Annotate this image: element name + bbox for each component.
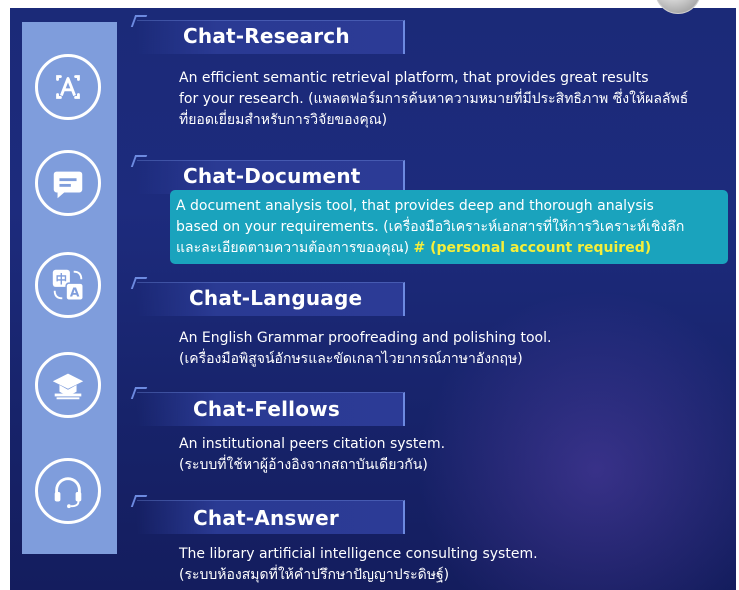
ai-text-icon[interactable] — [35, 54, 101, 120]
section-title-language: Chat-Language — [189, 286, 363, 310]
section-title-answer: Chat-Answer — [193, 506, 339, 530]
desc-line: An institutional peers citation system. — [179, 436, 446, 452]
account-required-note: # (personal account required) — [413, 240, 652, 256]
desc-line: และละเอียดตามความต้องการของคุณ) # (perso… — [176, 238, 684, 259]
desc-line: The library artificial intelligence cons… — [179, 546, 538, 562]
headset-icon[interactable] — [35, 458, 101, 524]
desc-line: (เครื่องมือพิสูจน์อักษรและขัดเกลาไวยากรณ… — [179, 351, 523, 367]
translate-icon[interactable]: 中 A — [35, 252, 101, 318]
svg-text:中: 中 — [56, 272, 67, 286]
section-desc-answer: The library artificial intelligence cons… — [179, 544, 538, 586]
svg-text:A: A — [70, 285, 80, 299]
desc-line: An English Grammar proofreading and poli… — [179, 330, 552, 346]
desc-line: for your research. (แพลตฟอร์มการค้นหาควา… — [179, 91, 689, 107]
section-desc-research: An efficient semantic retrieval platform… — [179, 68, 688, 131]
graduation-cap-icon[interactable] — [35, 352, 101, 418]
desc-line-text: และละเอียดตามความต้องการของคุณ) — [176, 240, 410, 256]
desc-line: An efficient semantic retrieval platform… — [179, 70, 649, 86]
chat-bubble-icon[interactable] — [35, 150, 101, 216]
desc-line: (ระบบห้องสมุดที่ให้คำปรึกษาปัญญาประดิษฐ์… — [179, 567, 450, 583]
desc-line: based on your requirements. (เครื่องมือว… — [176, 219, 685, 235]
section-title-research: Chat-Research — [183, 24, 350, 48]
desc-line: ที่ยอดเยี่ยมสำหรับการวิจัยของคุณ) — [179, 112, 388, 128]
screenshot-stage: 中 A Chat-Research An efficient semantic … — [0, 0, 739, 590]
section-desc-fellows: An institutional peers citation system. … — [179, 434, 445, 476]
section-desc-document: A document analysis tool, that provides … — [176, 196, 684, 259]
desc-line: A document analysis tool, that provides … — [176, 198, 654, 214]
section-desc-language: An English Grammar proofreading and poli… — [179, 328, 551, 370]
section-title-document: Chat-Document — [183, 164, 361, 188]
desc-line: (ระบบที่ใช้หาผู้อ้างอิงจากสถาบันเดียวกัน… — [179, 457, 428, 473]
section-title-fellows: Chat-Fellows — [193, 397, 340, 421]
